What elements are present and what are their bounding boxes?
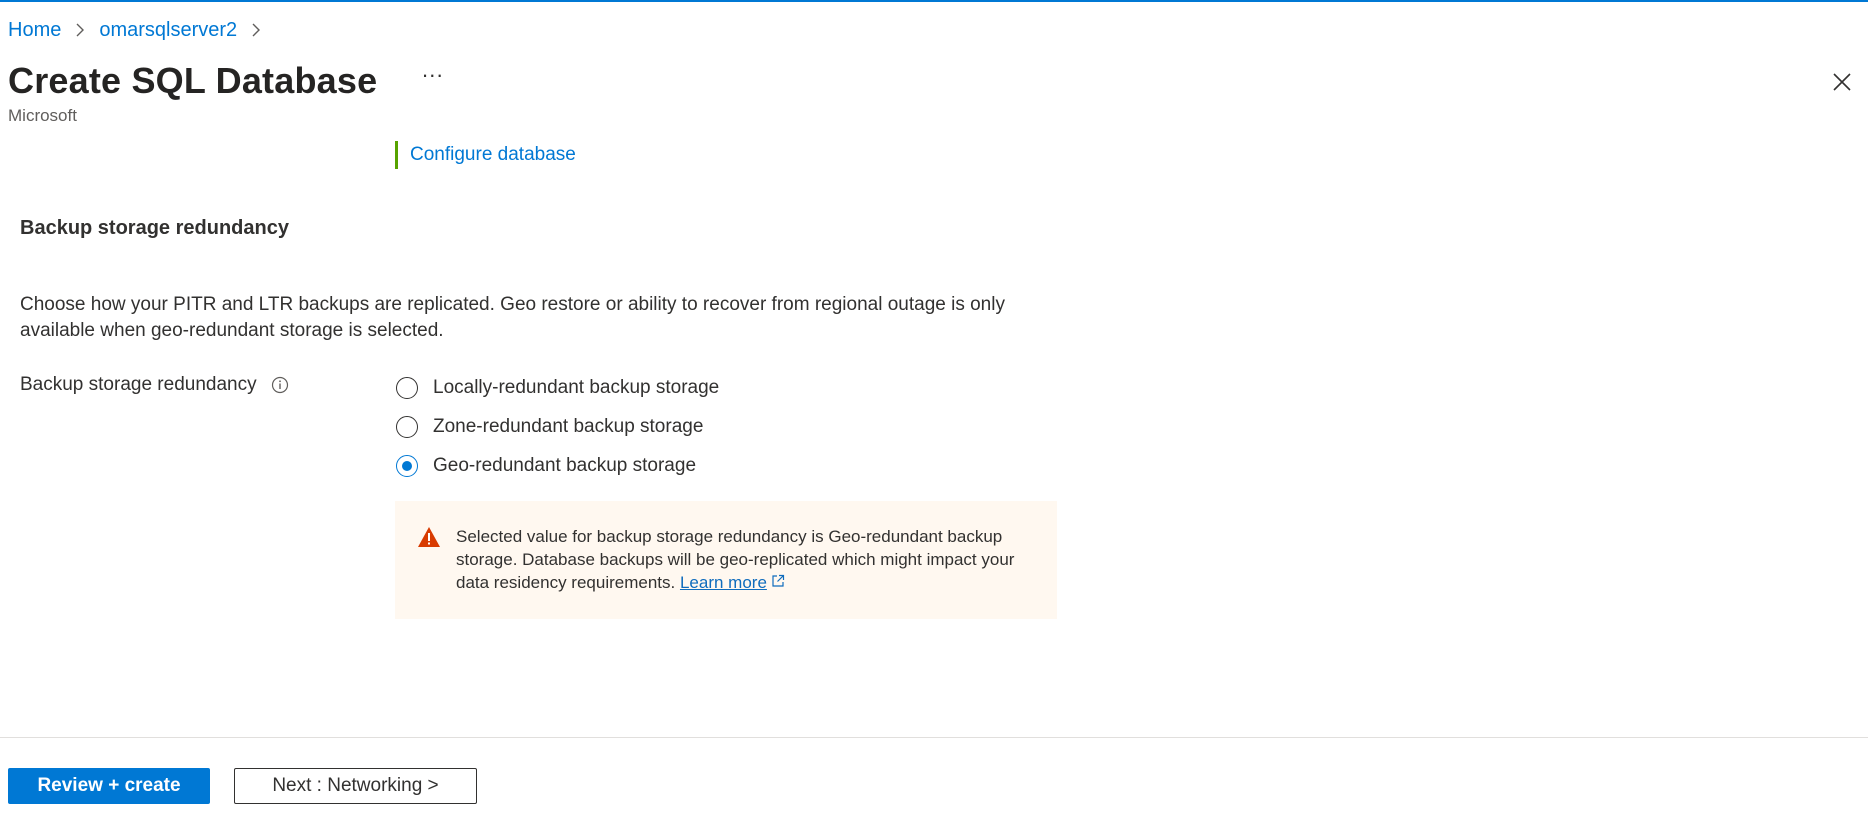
section-description: Choose how your PITR and LTR backups are… bbox=[20, 294, 1005, 341]
radio-label: Geo-redundant backup storage bbox=[433, 454, 697, 476]
field-label-row: Backup storage redundancy bbox=[20, 374, 289, 396]
tab-configure-database-label[interactable]: Configure database bbox=[410, 144, 576, 166]
radio-button[interactable] bbox=[396, 376, 418, 399]
info-icon[interactable] bbox=[271, 376, 289, 394]
radio-label: Locally-redundant backup storage bbox=[433, 376, 720, 398]
warning-message-bar: Selected value for backup storage redund… bbox=[395, 501, 1057, 619]
radio-option-locally-redundant[interactable]: Locally-redundant backup storage bbox=[396, 368, 719, 407]
external-link-icon[interactable] bbox=[771, 571, 785, 587]
chevron-right-icon bbox=[251, 20, 261, 40]
review-create-button[interactable]: Review + create bbox=[8, 768, 210, 804]
close-icon[interactable] bbox=[1830, 70, 1854, 94]
more-icon[interactable]: ··· bbox=[415, 63, 449, 87]
field-label: Backup storage redundancy bbox=[20, 374, 257, 395]
chevron-right-icon bbox=[75, 20, 85, 40]
radio-option-zone-redundant[interactable]: Zone-redundant backup storage bbox=[396, 407, 719, 446]
warning-icon bbox=[417, 526, 441, 548]
create-sql-database-page: Home omarsqlserver2 Create SQL Database … bbox=[0, 0, 1868, 827]
page-title: Create SQL Database bbox=[8, 60, 378, 101]
warning-text-block: Selected value for backup storage redund… bbox=[456, 525, 1046, 594]
footer-divider bbox=[0, 737, 1868, 738]
tab-configure-database[interactable]: Configure database bbox=[395, 141, 576, 169]
publisher-subtitle: Microsoft bbox=[8, 106, 77, 125]
section-title: Backup storage redundancy bbox=[20, 217, 289, 239]
radio-label: Zone-redundant backup storage bbox=[433, 415, 704, 437]
title-row: Create SQL Database ··· bbox=[8, 57, 449, 105]
breadcrumb-server[interactable]: omarsqlserver2 bbox=[99, 16, 237, 44]
next-networking-button[interactable]: Next : Networking > bbox=[234, 768, 477, 804]
backup-redundancy-radio-group: Locally-redundant backup storage Zone-re… bbox=[396, 368, 719, 485]
radio-option-geo-redundant[interactable]: Geo-redundant backup storage bbox=[396, 446, 719, 485]
breadcrumb-home[interactable]: Home bbox=[8, 16, 61, 44]
learn-more-link[interactable]: Learn more bbox=[680, 573, 767, 592]
radio-button-selected[interactable] bbox=[396, 454, 418, 477]
breadcrumb: Home omarsqlserver2 bbox=[8, 16, 275, 44]
radio-button[interactable] bbox=[396, 415, 418, 438]
tab-indicator bbox=[395, 141, 398, 169]
